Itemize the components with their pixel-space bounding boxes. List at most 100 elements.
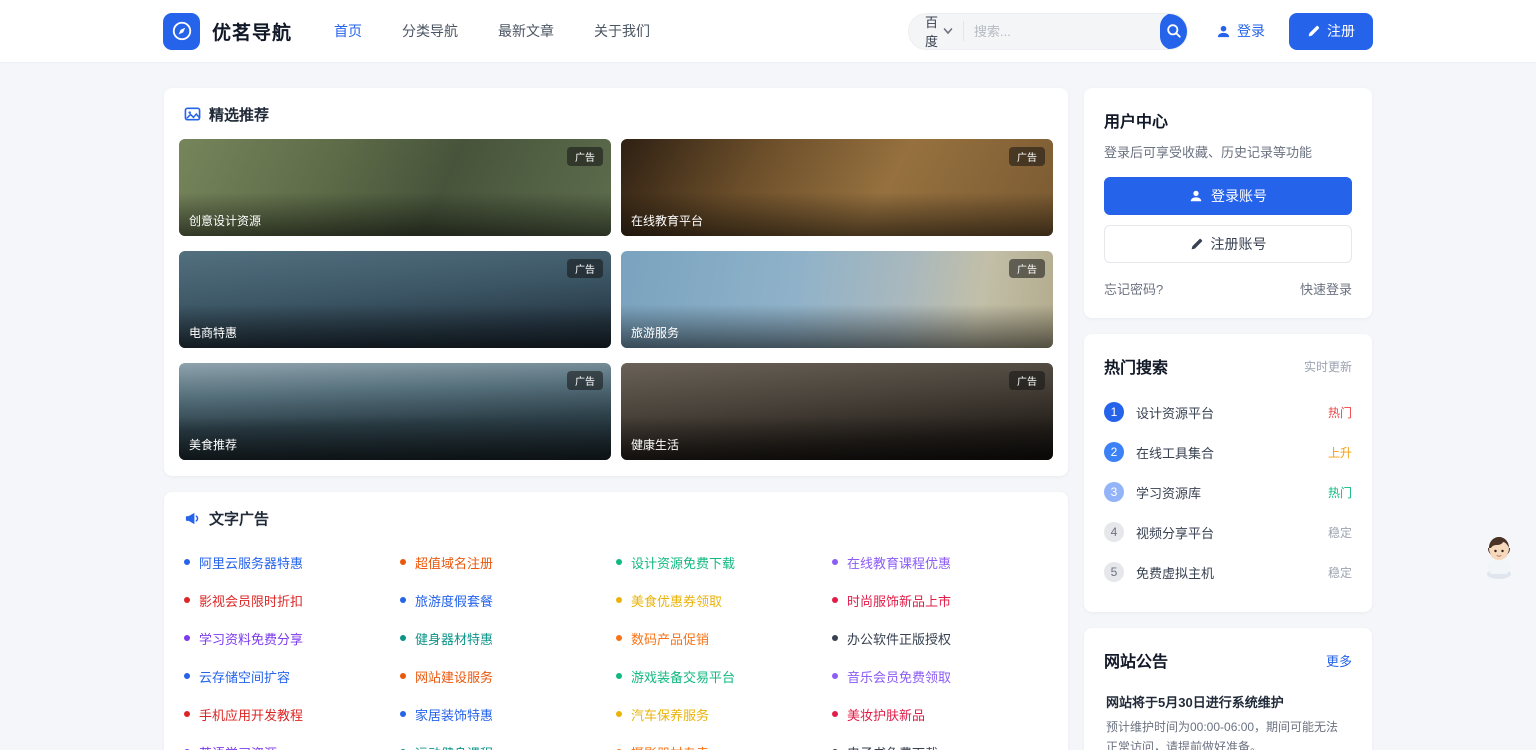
text-ad-link[interactable]: 在线教育课程优惠 xyxy=(832,543,1048,581)
engine-select[interactable]: 百度 xyxy=(909,15,965,49)
brand-logo[interactable] xyxy=(163,12,200,50)
banner-title: 健康生活 xyxy=(631,438,680,452)
bullet-icon xyxy=(184,597,190,603)
forgot-password-link[interactable]: 忘记密码? xyxy=(1104,279,1163,298)
login-account-button[interactable]: 登录账号 xyxy=(1104,177,1352,215)
login-label: 登录 xyxy=(1237,23,1265,39)
trend-tag: 热门 xyxy=(1327,405,1352,420)
text-ad-link[interactable]: 网站建设服务 xyxy=(400,657,616,695)
bullet-icon xyxy=(616,673,622,679)
text-ad-link[interactable]: 办公软件正版授权 xyxy=(832,619,1048,657)
banner-card[interactable]: 广告 创意设计资源 xyxy=(179,139,611,236)
banner-title: 创意设计资源 xyxy=(189,214,262,228)
text-ad-link[interactable]: 摄影器材专卖 xyxy=(616,733,832,750)
featured-section: 精选推荐 广告 创意设计资源 广告 在线教育平台 广告 电商特惠 广告 旅游服务… xyxy=(164,88,1068,476)
text-ad-label: 游戏装备交易平台 xyxy=(631,669,736,685)
trend-tag: 稳定 xyxy=(1327,565,1352,580)
user-center-title: 用户中心 xyxy=(1104,114,1169,131)
hot-search-label: 学习资源库 xyxy=(1136,485,1202,501)
bullet-icon xyxy=(616,597,622,603)
register-button[interactable]: 注册 xyxy=(1289,12,1373,50)
register-label: 注册 xyxy=(1327,23,1355,39)
text-ad-link[interactable]: 时尚服饰新品上市 xyxy=(832,581,1048,619)
text-ad-link[interactable]: 超值域名注册 xyxy=(400,543,616,581)
register-account-label: 注册账号 xyxy=(1210,236,1267,252)
bullet-icon xyxy=(400,597,406,603)
nav-item-about[interactable]: 关于我们 xyxy=(594,21,650,41)
nav-item-categories[interactable]: 分类导航 xyxy=(402,21,458,41)
text-ad-link[interactable]: 美食优惠券领取 xyxy=(616,581,832,619)
text-ad-link[interactable]: 运动健身课程 xyxy=(400,733,616,750)
text-ad-label: 健身器材特惠 xyxy=(415,631,494,647)
text-ads-section: 文字广告 阿里云服务器特惠 超值域名注册 设计资源免费下载 在线教育课程优惠 影… xyxy=(164,492,1068,750)
hot-search-extra: 实时更新 xyxy=(1303,359,1352,374)
trend-tag: 上升 xyxy=(1327,445,1352,460)
more-link[interactable]: 更多 xyxy=(1326,651,1352,670)
megaphone-icon xyxy=(184,510,201,527)
rank-badge: 2 xyxy=(1104,442,1124,462)
text-ad-link[interactable]: 影视会员限时折扣 xyxy=(184,581,400,619)
bullet-icon xyxy=(184,559,190,565)
banner-card[interactable]: 广告 美食推荐 xyxy=(179,363,611,460)
hot-search-item[interactable]: 2 在线工具集合 上升 xyxy=(1104,432,1352,472)
hot-search-label: 免费虚拟主机 xyxy=(1136,565,1215,581)
text-ad-label: 数码产品促销 xyxy=(631,631,710,647)
login-account-label: 登录账号 xyxy=(1211,188,1267,204)
text-ad-label: 学习资料免费分享 xyxy=(199,631,304,647)
search-bar: 百度 xyxy=(908,12,1188,50)
announcement-item[interactable]: 网站将于5月30日进行系统维护 预计维护时间为00:00-06:00，期间可能无… xyxy=(1104,686,1352,750)
ad-badge: 广告 xyxy=(1009,259,1045,278)
bullet-icon xyxy=(832,559,838,565)
text-ad-link[interactable]: 家居装饰特惠 xyxy=(400,695,616,733)
register-account-button[interactable]: 注册账号 xyxy=(1104,225,1352,263)
banner-card[interactable]: 广告 健康生活 xyxy=(621,363,1053,460)
hot-search-item[interactable]: 3 学习资源库 热门 xyxy=(1104,472,1352,512)
hot-search-item[interactable]: 4 视频分享平台 稳定 xyxy=(1104,512,1352,552)
user-center-subtitle: 登录后可享受收藏、历史记录等功能 xyxy=(1104,145,1313,160)
banner-card[interactable]: 广告 旅游服务 xyxy=(621,251,1053,348)
search-input[interactable] xyxy=(964,23,1161,39)
bullet-icon xyxy=(832,597,838,603)
nav-item-home[interactable]: 首页 xyxy=(334,21,362,41)
ad-badge: 广告 xyxy=(567,147,603,166)
banner-grid: 广告 创意设计资源 广告 在线教育平台 广告 电商特惠 广告 旅游服务 广告 美… xyxy=(179,139,1053,460)
search-button[interactable] xyxy=(1160,13,1187,49)
text-ad-link[interactable]: 设计资源免费下载 xyxy=(616,543,832,581)
text-ad-link[interactable]: 手机应用开发教程 xyxy=(184,695,400,733)
text-ad-label: 汽车保养服务 xyxy=(631,707,710,723)
banner-title: 在线教育平台 xyxy=(631,214,704,228)
bullet-icon xyxy=(616,559,622,565)
pencil-icon xyxy=(1307,25,1320,38)
text-ad-link[interactable]: 学习资料免费分享 xyxy=(184,619,400,657)
text-ad-label: 时尚服饰新品上市 xyxy=(847,593,952,609)
text-ad-link[interactable]: 阿里云服务器特惠 xyxy=(184,543,400,581)
assistant-avatar[interactable] xyxy=(1478,534,1520,580)
text-ad-link[interactable]: 汽车保养服务 xyxy=(616,695,832,733)
engine-label: 百度 xyxy=(925,15,939,49)
login-link[interactable]: 登录 xyxy=(1216,21,1265,41)
text-ad-label: 旅游度假套餐 xyxy=(415,593,494,609)
quick-login-link[interactable]: 快速登录 xyxy=(1300,279,1352,298)
text-ad-label: 英语学习资源 xyxy=(199,743,277,750)
hot-search-item[interactable]: 5 免费虚拟主机 稳定 xyxy=(1104,552,1352,592)
text-ad-label: 家居装饰特惠 xyxy=(415,707,494,723)
bullet-icon xyxy=(400,635,406,641)
text-ad-link[interactable]: 美妆护肤新品 xyxy=(832,695,1048,733)
text-ad-link[interactable]: 电子书免费下载 xyxy=(832,733,1048,750)
bullet-icon xyxy=(832,635,838,641)
text-ad-link[interactable]: 健身器材特惠 xyxy=(400,619,616,657)
text-ad-label: 手机应用开发教程 xyxy=(199,707,304,723)
text-ad-label: 云存储空间扩容 xyxy=(199,669,291,685)
text-ad-label: 办公软件正版授权 xyxy=(847,631,952,647)
hot-search-item[interactable]: 1 设计资源平台 热门 xyxy=(1104,392,1352,432)
text-ad-link[interactable]: 旅游度假套餐 xyxy=(400,581,616,619)
banner-card[interactable]: 广告 电商特惠 xyxy=(179,251,611,348)
text-ad-link[interactable]: 云存储空间扩容 xyxy=(184,657,400,695)
text-ad-link[interactable]: 音乐会员免费领取 xyxy=(832,657,1048,695)
announcement-body: 预计维护时间为00:00-06:00，期间可能无法正常访问，请提前做好准备。 xyxy=(1106,720,1339,750)
banner-card[interactable]: 广告 在线教育平台 xyxy=(621,139,1053,236)
nav-item-articles[interactable]: 最新文章 xyxy=(498,21,554,41)
text-ad-link[interactable]: 英语学习资源 xyxy=(184,733,400,750)
text-ad-link[interactable]: 数码产品促销 xyxy=(616,619,832,657)
text-ad-link[interactable]: 游戏装备交易平台 xyxy=(616,657,832,695)
